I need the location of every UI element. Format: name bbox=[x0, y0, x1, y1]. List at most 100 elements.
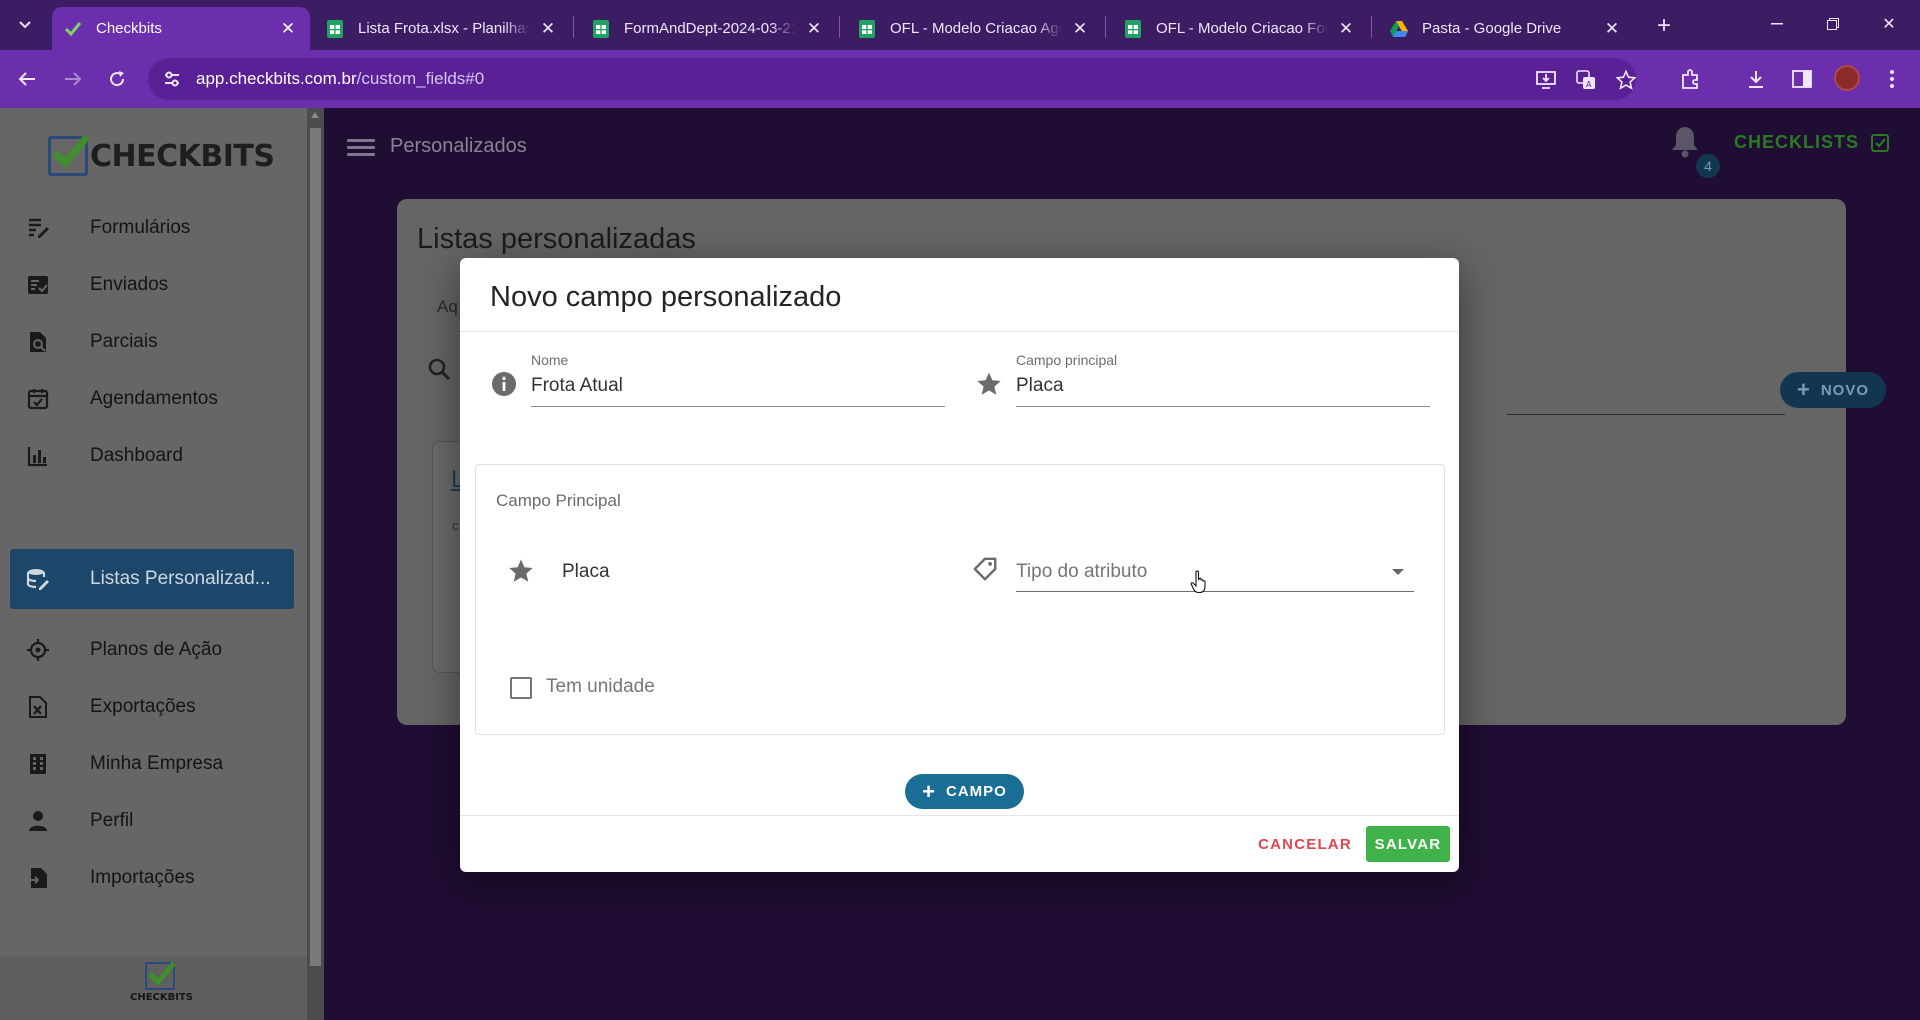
tipo-do-atributo-select[interactable]: Tipo do atributo bbox=[1016, 561, 1147, 583]
tab-lista-frota[interactable]: Lista Frota.xlsx - Planilhas Google ✕ bbox=[314, 7, 570, 50]
checklists-link[interactable]: CHECKLISTS bbox=[1734, 132, 1890, 153]
nome-input[interactable]: Frota Atual bbox=[531, 375, 623, 397]
sheets-icon bbox=[592, 19, 610, 38]
new-tab-plus-icon[interactable]: + bbox=[1650, 12, 1678, 40]
dialog-title: Novo campo personalizado bbox=[490, 281, 842, 313]
side-panel-icon[interactable] bbox=[1786, 63, 1818, 95]
reload-icon[interactable] bbox=[100, 62, 134, 96]
tem-unidade-checkbox[interactable] bbox=[510, 677, 532, 699]
sidebar-item-label: Listas Personalizad... bbox=[90, 568, 271, 589]
sidebar-item-label: Dashboard bbox=[90, 445, 183, 466]
campo-principal-underline bbox=[1016, 406, 1430, 407]
hamburger-menu-icon[interactable] bbox=[347, 135, 375, 159]
tab-google-drive[interactable]: Pasta - Google Drive ✕ bbox=[1378, 7, 1634, 50]
address-bar[interactable]: app.checkbits.com.br/custom_fields#0 A bbox=[148, 58, 1636, 100]
minimize-icon[interactable] bbox=[1754, 8, 1800, 40]
sidebar-item-minha-empresa[interactable]: Minha Empresa bbox=[10, 734, 294, 794]
excel-export-icon bbox=[24, 693, 52, 721]
target-icon bbox=[24, 636, 52, 664]
restore-icon[interactable] bbox=[1810, 8, 1856, 40]
sidebar-item-dashboard[interactable]: Dashboard bbox=[10, 426, 294, 486]
bell-icon[interactable] bbox=[1670, 124, 1700, 158]
campo-principal-label: Campo principal bbox=[1016, 352, 1118, 368]
tab-title: Checkbits bbox=[96, 20, 162, 37]
nome-underline bbox=[531, 406, 945, 407]
sheets-icon bbox=[326, 19, 344, 38]
sidebar-item-label: Planos de Ação bbox=[90, 639, 223, 660]
install-app-icon[interactable] bbox=[1534, 68, 1558, 92]
tab-close-icon[interactable]: ✕ bbox=[1602, 19, 1622, 39]
novo-button[interactable]: + NOVO bbox=[1780, 372, 1886, 408]
sidebar-scrollbar[interactable] bbox=[307, 108, 324, 1020]
hand-cursor-icon bbox=[1190, 570, 1206, 594]
scroll-up-arrow-icon[interactable] bbox=[311, 112, 319, 118]
checkbox-marked-icon bbox=[1871, 133, 1890, 152]
save-button[interactable]: SALVAR bbox=[1366, 826, 1450, 862]
tab-close-icon[interactable]: ✕ bbox=[1336, 19, 1356, 39]
cancel-button[interactable]: CANCELAR bbox=[1250, 826, 1360, 862]
field-name-value: Placa bbox=[562, 561, 610, 582]
translate-icon[interactable]: A bbox=[1574, 68, 1598, 92]
sidebar-item-listas-personalizadas[interactable]: Listas Personalizad... bbox=[10, 549, 294, 609]
sidebar-footer: CHECKBITS bbox=[0, 956, 307, 1020]
scrollbar-thumb[interactable] bbox=[310, 128, 321, 966]
sidebar-item-label: Exportações bbox=[90, 696, 196, 717]
tab-checkbits[interactable]: Checkbits ✕ bbox=[52, 7, 310, 50]
footer-logo-check-icon bbox=[145, 961, 176, 990]
bookmark-star-icon[interactable] bbox=[1614, 68, 1638, 92]
tem-unidade-label[interactable]: Tem unidade bbox=[546, 676, 655, 698]
tag-icon bbox=[972, 556, 998, 582]
sheets-icon bbox=[858, 19, 876, 38]
file-import-icon bbox=[24, 864, 52, 892]
tab-close-icon[interactable]: ✕ bbox=[278, 19, 298, 39]
sidebar-item-planos-de-acao[interactable]: Planos de Ação bbox=[10, 620, 294, 680]
sidebar-item-label: Parciais bbox=[90, 331, 158, 352]
partial-doc-icon bbox=[24, 328, 52, 356]
sidebar-item-enviados[interactable]: Enviados bbox=[10, 255, 294, 315]
back-arrow-icon[interactable] bbox=[10, 62, 44, 96]
browser-menu-icon[interactable] bbox=[1876, 63, 1908, 95]
tab-close-icon[interactable]: ✕ bbox=[538, 19, 558, 39]
site-settings-icon[interactable] bbox=[162, 69, 182, 89]
search-icon[interactable] bbox=[427, 357, 451, 381]
campo-principal-input[interactable]: Placa bbox=[1016, 375, 1064, 397]
sidebar-item-importacoes[interactable]: Importações bbox=[10, 848, 294, 908]
browser-tab-bar: Checkbits ✕ Lista Frota.xlsx - Planilhas… bbox=[0, 0, 1920, 50]
checklists-label: CHECKLISTS bbox=[1734, 132, 1860, 152]
dialog-footer-divider bbox=[460, 815, 1459, 816]
sidebar-item-perfil[interactable]: Perfil bbox=[10, 791, 294, 851]
download-icon[interactable] bbox=[1740, 63, 1772, 95]
info-icon bbox=[491, 371, 517, 397]
tab-close-icon[interactable]: ✕ bbox=[804, 19, 824, 39]
forward-arrow-icon[interactable] bbox=[56, 62, 90, 96]
tab-title: FormAndDept-2024-03-21 bbox=[624, 20, 796, 37]
calendar-check-icon bbox=[24, 385, 52, 413]
tab-title: Pasta - Google Drive bbox=[1422, 20, 1562, 37]
tab-separator bbox=[1371, 16, 1372, 38]
dropdown-caret-icon[interactable] bbox=[1392, 569, 1404, 575]
profile-avatar[interactable] bbox=[1834, 65, 1860, 91]
tab-ofl-agendamentos[interactable]: OFL - Modelo Criacao Agendamentos ✕ bbox=[846, 7, 1102, 50]
tab-close-icon[interactable]: ✕ bbox=[1070, 19, 1090, 39]
sidebar-item-label: Importações bbox=[90, 867, 195, 888]
close-window-icon[interactable]: ✕ bbox=[1866, 8, 1912, 40]
database-edit-icon bbox=[24, 565, 52, 593]
logo-check-icon bbox=[48, 134, 90, 176]
section-title: Campo Principal bbox=[496, 491, 621, 510]
extensions-icon[interactable] bbox=[1675, 63, 1707, 95]
footer-logo-text: CHECKBITS bbox=[130, 992, 193, 1003]
card-subtitle: Aq bbox=[437, 297, 458, 316]
tab-ofl-formularios[interactable]: OFL - Modelo Criacao Formularios ✕ bbox=[1112, 7, 1368, 50]
checkbits-logo[interactable]: CHECKBITS bbox=[48, 134, 275, 178]
tab-separator bbox=[573, 16, 574, 38]
tab-formanddept[interactable]: FormAndDept-2024-03-21 ✕ bbox=[580, 7, 836, 50]
tab-title: OFL - Modelo Criacao Agendamentos bbox=[890, 20, 1062, 37]
tab-search-chevron-icon[interactable] bbox=[8, 12, 42, 38]
add-campo-button[interactable]: + CAMPO bbox=[905, 774, 1024, 809]
drive-icon bbox=[1390, 20, 1408, 38]
sidebar-item-formularios[interactable]: Formulários bbox=[10, 198, 294, 258]
sidebar-item-parciais[interactable]: Parciais bbox=[10, 312, 294, 372]
sidebar-item-exportacoes[interactable]: Exportações bbox=[10, 677, 294, 737]
sidebar-item-agendamentos[interactable]: Agendamentos bbox=[10, 369, 294, 429]
add-campo-label: CAMPO bbox=[946, 783, 1007, 800]
